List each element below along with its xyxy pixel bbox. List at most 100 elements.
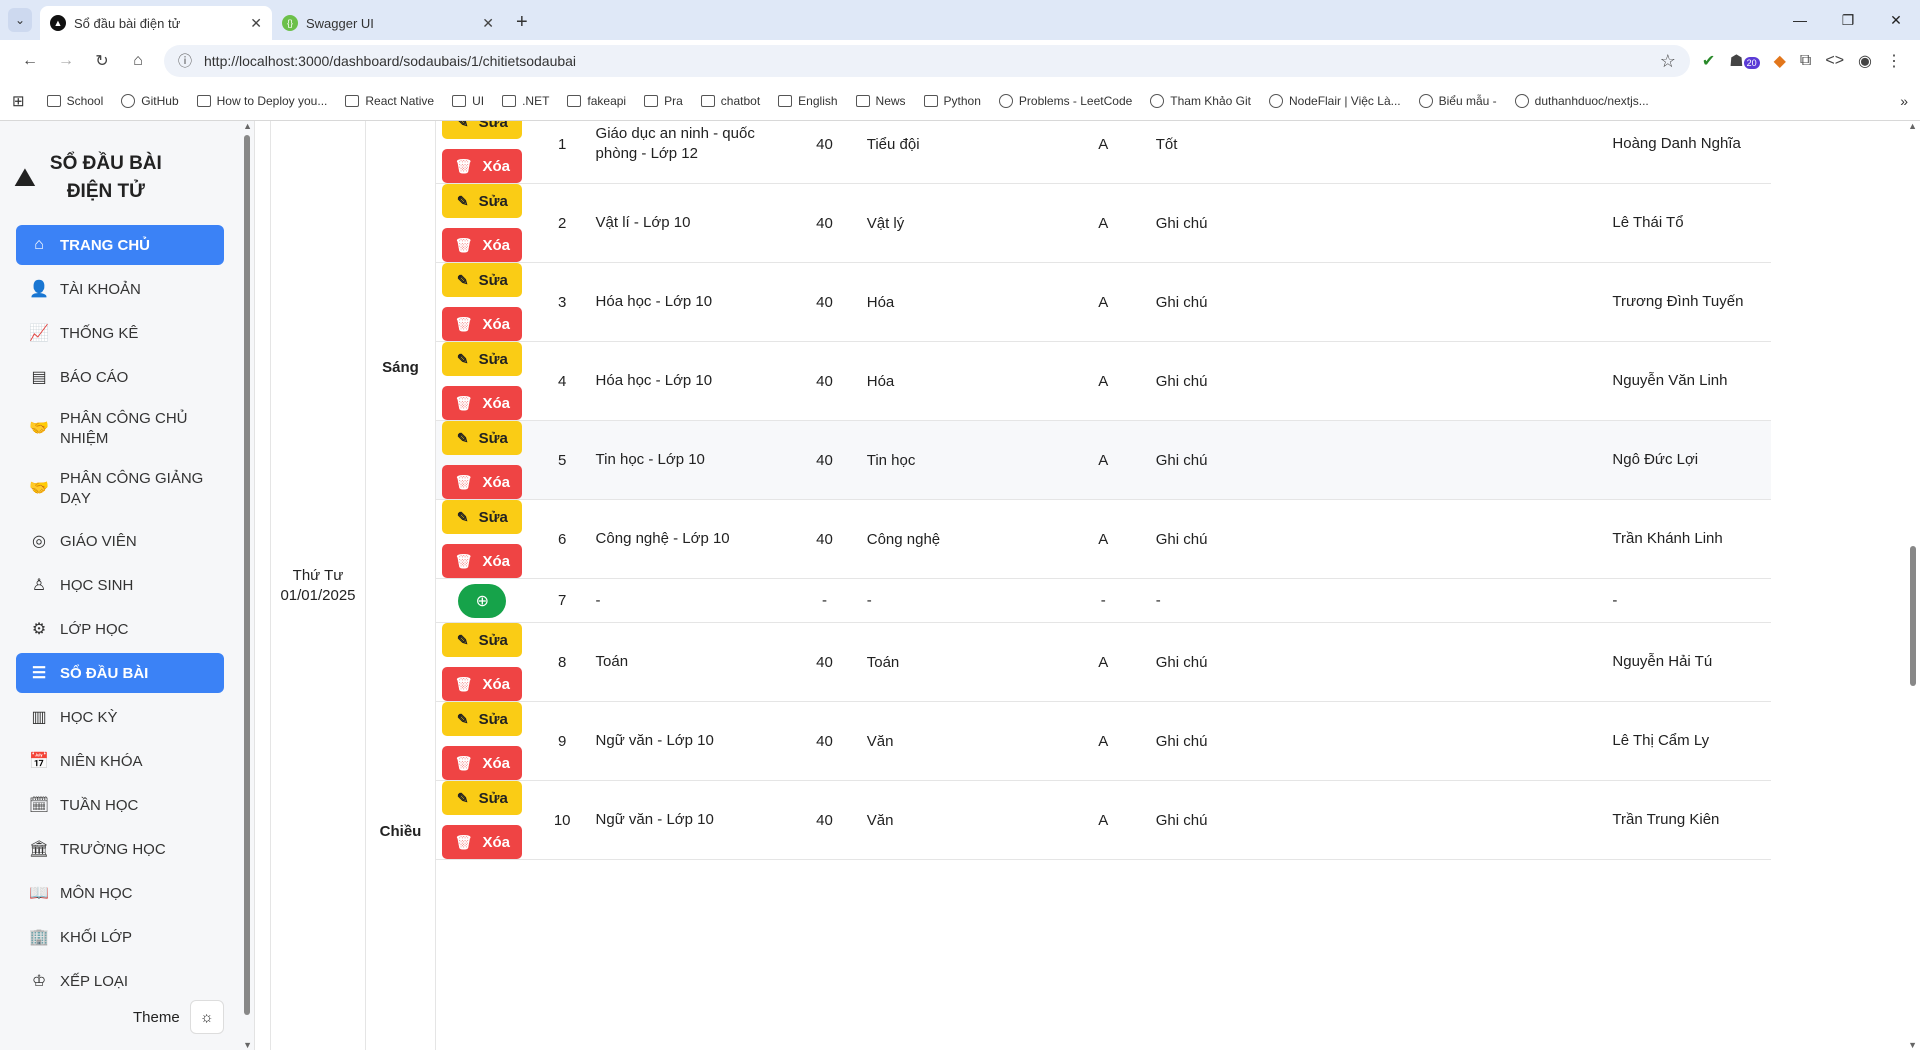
sidebar-item-7[interactable]: ◎ Giáo viên xyxy=(16,521,224,561)
cell-subject: Giáo dục an ninh - quốc phòng - Lớp 12 xyxy=(595,125,755,162)
scroll-up-icon[interactable]: ▲ xyxy=(243,121,252,131)
cell-grade: A xyxy=(1098,451,1109,469)
sidebar-item-17[interactable]: ♔ Xếp loại xyxy=(16,961,224,1001)
add-icon[interactable]: ⊕ xyxy=(458,583,507,618)
scroll-down-icon[interactable]: ▼ xyxy=(243,1040,252,1050)
sidebar-item-16[interactable]: 🏢 Khối lớp xyxy=(16,917,224,957)
devtools-icon[interactable]: <> xyxy=(1825,52,1844,70)
bookmark-item[interactable]: duthanhduoc/nextjs... xyxy=(1514,94,1649,108)
edit-button[interactable]: ✎ Sửa xyxy=(442,184,523,218)
sidebar-item-3[interactable]: 📈 Thống kê xyxy=(16,313,224,353)
extension-icon[interactable]: ☗ 20 xyxy=(1729,51,1760,71)
edit-button[interactable]: ✎ Sửa xyxy=(442,781,523,815)
bookmark-item[interactable]: NodeFlair | Việc Là... xyxy=(1269,94,1401,108)
cell-note: Ghi chú xyxy=(1155,811,1208,829)
edit-button[interactable]: ✎ Sửa xyxy=(442,263,523,297)
sidebar-item-4[interactable]: ▤ Báo cáo xyxy=(16,357,224,397)
folder-icon xyxy=(998,94,1013,108)
content-scrollbar[interactable] xyxy=(1910,546,1916,686)
delete-button[interactable]: 🗑 Xóa xyxy=(442,544,523,578)
close-icon[interactable]: ✕ xyxy=(250,15,262,32)
sidebar-item-15[interactable]: 📖 Môn học xyxy=(16,873,224,913)
sidebar-item-2[interactable]: 👤 Tài khoản xyxy=(16,269,224,309)
edit-button[interactable]: ✎ Sửa xyxy=(442,421,523,455)
back-icon[interactable]: ← xyxy=(12,52,48,70)
reload-icon[interactable]: ↻ xyxy=(84,51,120,71)
tab-swagger[interactable]: {} Swagger UI ✕ xyxy=(272,6,504,40)
puzzle-icon[interactable]: ⧉ xyxy=(1800,52,1811,70)
bookmark-item[interactable]: English xyxy=(778,94,838,108)
bookmark-item[interactable]: UI xyxy=(452,94,484,108)
tab-active[interactable]: ▲ Sổ đầu bài điện tử ✕ xyxy=(40,6,272,40)
minimize-icon[interactable]: — xyxy=(1776,0,1824,40)
trash-icon: 🗑 xyxy=(454,754,473,771)
bookmark-item[interactable]: .NET xyxy=(502,94,549,108)
delete-button[interactable]: 🗑 Xóa xyxy=(442,386,523,420)
row-actions: ✎ Sửa 🗑 Xóa xyxy=(436,121,529,183)
bookmark-item[interactable]: School xyxy=(46,94,104,108)
delete-label: Xóa xyxy=(482,315,511,333)
sidebar-item-label: Học sinh xyxy=(60,576,134,594)
bookmark-item[interactable]: Problems - LeetCode xyxy=(998,94,1132,108)
forward-icon[interactable]: → xyxy=(48,52,84,70)
menu-icon[interactable]: ⋮ xyxy=(1886,51,1902,71)
delete-button[interactable]: 🗑 Xóa xyxy=(442,228,523,262)
sidebar-item-9[interactable]: ⚙ Lớp học xyxy=(16,609,224,649)
bookmark-item[interactable]: News xyxy=(855,94,906,108)
bookmark-item[interactable]: Biểu mẫu - xyxy=(1418,94,1497,108)
delete-button[interactable]: 🗑 Xóa xyxy=(442,667,523,701)
profile-icon[interactable]: ◉ xyxy=(1858,51,1872,71)
bookmark-item[interactable]: React Native xyxy=(345,94,434,108)
tab-title: Sổ đầu bài điện tử xyxy=(74,15,181,31)
sidebar-item-5[interactable]: 🤝 Phân công chủ nhiệm xyxy=(16,401,224,457)
edit-button[interactable]: ✎ Sửa xyxy=(442,500,523,534)
sidebar-item-1[interactable]: ⌂ Trang chủ xyxy=(16,225,224,265)
edit-button[interactable]: ✎ Sửa xyxy=(442,702,523,736)
apps-icon[interactable]: ⊞ xyxy=(12,92,25,110)
sidebar-item-12[interactable]: 📅 Niên khóa xyxy=(16,741,224,781)
sidebar-scrollbar[interactable] xyxy=(244,135,250,1015)
bookmark-item[interactable]: GitHub xyxy=(121,94,179,108)
sidebar-item-10[interactable]: ☰ Sổ đầu bài xyxy=(16,653,224,693)
edit-button[interactable]: ✎ Sửa xyxy=(442,121,523,139)
report-icon: ▤ xyxy=(31,369,47,386)
delete-button[interactable]: 🗑 Xóa xyxy=(442,149,523,183)
metamask-icon[interactable]: ◆ xyxy=(1774,51,1786,71)
scroll-up-icon[interactable]: ▲ xyxy=(1908,121,1917,131)
scroll-down-icon[interactable]: ▼ xyxy=(1908,1040,1917,1050)
restore-icon[interactable]: ❐ xyxy=(1824,0,1872,40)
sidebar-item-14[interactable]: 🏛 Trường học xyxy=(16,829,224,869)
home-icon[interactable]: ⌂ xyxy=(120,52,156,70)
address-bar[interactable]: ⓘ http://localhost:3000/dashboard/sodaub… xyxy=(164,45,1690,77)
delete-button[interactable]: 🗑 Xóa xyxy=(442,746,523,780)
bookmark-star-icon[interactable]: ☆ xyxy=(1660,51,1676,72)
close-icon[interactable]: ✕ xyxy=(482,15,494,32)
edit-button[interactable]: ✎ Sửa xyxy=(442,623,523,657)
bookmark-label: News xyxy=(875,94,906,108)
edit-button[interactable]: ✎ Sửa xyxy=(442,342,523,376)
extension-icon[interactable]: ✔ xyxy=(1702,51,1715,71)
cell-content: Văn xyxy=(866,732,894,750)
new-tab-icon[interactable]: + xyxy=(516,11,528,34)
bookmark-label: School xyxy=(66,94,104,108)
delete-button[interactable]: 🗑 Xóa xyxy=(442,465,523,499)
bookmark-item[interactable]: chatbot xyxy=(700,94,760,108)
delete-button[interactable]: 🗑 Xóa xyxy=(442,307,523,341)
cell-content: Hóa xyxy=(866,293,895,311)
bookmark-item[interactable]: fakeapi xyxy=(567,94,626,108)
cell-teacher: Lê Thái Tổ xyxy=(1612,214,1684,231)
window-close-icon[interactable]: ✕ xyxy=(1872,0,1920,40)
bookmark-item[interactable]: Python xyxy=(923,94,981,108)
sidebar-item-8[interactable]: ♙ Học sinh xyxy=(16,565,224,605)
sidebar-item-13[interactable]: 🗓 Tuần học xyxy=(16,785,224,825)
sidebar-item-6[interactable]: 🤝 Phân công giảng dạy xyxy=(16,461,224,517)
sun-icon[interactable]: ☼ xyxy=(189,1000,224,1034)
bookmark-item[interactable]: Tham Khảo Git xyxy=(1150,94,1251,108)
delete-button[interactable]: 🗑 Xóa xyxy=(442,825,523,859)
site-info-icon[interactable]: ⓘ xyxy=(178,51,192,71)
bookmark-item[interactable]: How to Deploy you... xyxy=(196,94,327,108)
sidebar-item-11[interactable]: ▥ Học kỳ xyxy=(16,697,224,737)
more-bookmarks-icon[interactable]: » xyxy=(1900,93,1908,109)
tab-search-icon[interactable]: ⌄ xyxy=(8,8,32,32)
bookmark-item[interactable]: Pra xyxy=(644,94,683,108)
